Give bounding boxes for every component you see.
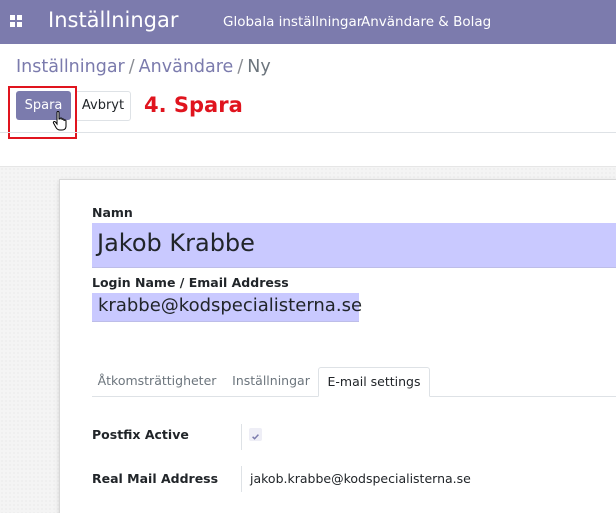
name-field[interactable]: Jakob Krabbe: [92, 223, 616, 268]
tab-atkomstrattigheter[interactable]: Åtkomsträttigheter: [92, 367, 222, 397]
postfix-active-label: Postfix Active: [92, 427, 189, 442]
breadcrumb-installningar[interactable]: Inställningar: [16, 57, 125, 77]
field-separator: [241, 466, 242, 492]
breadcrumb-current: Ny: [247, 57, 271, 77]
breadcrumb-separator: /: [128, 57, 135, 77]
name-label: Namn: [92, 205, 133, 220]
tab-email-settings[interactable]: E-mail settings: [318, 367, 430, 397]
menu-globala-installningar[interactable]: Globala inställningar: [223, 14, 362, 30]
top-navbar: Inställningar Globala inställningar Anvä…: [0, 0, 616, 44]
breadcrumb-separator: /: [237, 57, 244, 77]
field-separator: [241, 424, 242, 450]
tab-installningar[interactable]: Inställningar: [226, 367, 316, 397]
hand-pointer-icon: [52, 111, 67, 131]
postfix-active-checkbox[interactable]: [249, 428, 262, 441]
check-icon: [252, 434, 259, 440]
real-mail-address-label: Real Mail Address: [92, 471, 219, 486]
real-mail-address-value: jakob.krabbe@kodspecialisterna.se: [250, 471, 471, 486]
breadcrumb-anvandare[interactable]: Användare: [139, 57, 234, 77]
login-email-field[interactable]: krabbe@kodspecialisterna.se: [92, 293, 362, 322]
cancel-button[interactable]: Avbryt: [75, 91, 131, 121]
breadcrumb: Inställningar / Användare / Ny: [16, 57, 271, 77]
control-panel-divider: [0, 132, 616, 133]
app-title[interactable]: Inställningar: [48, 8, 179, 32]
apps-grid-icon[interactable]: [10, 15, 23, 28]
menu-anvandare-bolag[interactable]: Användare & Bolag: [361, 14, 491, 30]
step-annotation: 4. Spara: [144, 93, 243, 117]
login-label: Login Name / Email Address: [92, 275, 289, 290]
